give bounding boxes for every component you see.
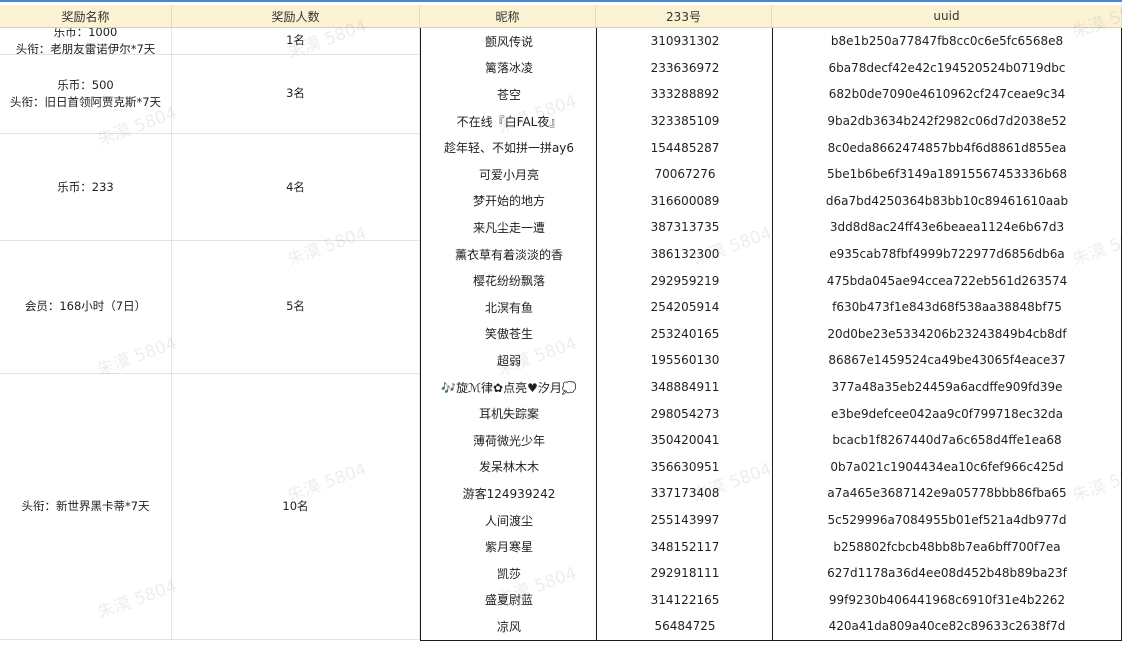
- uuid-cell[interactable]: d6a7bd4250364b83bb10c89461610aab: [772, 187, 1122, 216]
- id233-cell[interactable]: 348152117: [596, 533, 773, 561]
- id233-cell[interactable]: 314122165: [596, 586, 773, 615]
- uuid-cell[interactable]: bcacb1f8267440d7a6c658d4ffe1ea68: [772, 427, 1122, 455]
- reward-count-cell[interactable]: 1名: [172, 28, 420, 55]
- id233-cell[interactable]: 333288892: [596, 81, 773, 109]
- nickname-cell[interactable]: 超弱: [420, 347, 597, 375]
- nickname-cell[interactable]: 来凡尘走一遭: [420, 214, 597, 242]
- uuid-cell[interactable]: b258802fcbcb48bb8b7ea6bff700f7ea: [772, 533, 1122, 561]
- uuid-cell[interactable]: 86867e1459524ca49be43065f4eace37: [772, 347, 1122, 375]
- reward-line: 乐币：500: [57, 77, 114, 92]
- uuid-cell[interactable]: 3dd8d8ac24ff43e6beaea1124e6b67d3: [772, 214, 1122, 242]
- id233-cell[interactable]: 298054273: [596, 400, 773, 428]
- nickname-cell[interactable]: 篱落冰凌: [420, 54, 597, 83]
- uuid-cell[interactable]: e935cab78fbf4999b722977d6856db6a: [772, 240, 1122, 269]
- nickname-cell[interactable]: 盛夏尉蓝: [420, 586, 597, 615]
- reward-name-cell[interactable]: 乐币：233: [0, 134, 172, 241]
- uuid-cell[interactable]: 475bda045ae94ccea722eb561d263574: [772, 267, 1122, 295]
- id233-cell[interactable]: 310931302: [596, 28, 773, 56]
- nickname-cell[interactable]: 耳机失踪案: [420, 400, 597, 428]
- uuid-cell[interactable]: 99f9230b406441968c6910f31e4b2262: [772, 586, 1122, 615]
- nickname-cell[interactable]: 不在线『白FAL夜』: [420, 107, 597, 136]
- uuid-cell[interactable]: 9ba2db3634b242f2982c06d7d2038e52: [772, 107, 1122, 136]
- nickname-cell[interactable]: 苍空: [420, 81, 597, 109]
- id233-cell[interactable]: 233636972: [596, 54, 773, 83]
- id233-cell[interactable]: 386132300: [596, 240, 773, 269]
- nickname-cell[interactable]: 🎶旋ℳ律✿点亮♥汐月💭: [420, 373, 597, 402]
- reward-name-cell[interactable]: 头衔：新世界黑卡蒂*7天: [0, 373, 172, 640]
- reward-line: 头衔：旧日首领阿贾克斯*7天: [9, 94, 162, 109]
- id233-cell[interactable]: 323385109: [596, 107, 773, 136]
- selection-top-line: [0, 0, 1122, 2]
- id233-cell[interactable]: 56484725: [596, 613, 773, 641]
- id233-cell[interactable]: 356630951: [596, 453, 773, 482]
- uuid-cell[interactable]: a7a465e3687142e9a05778bbb86fba65: [772, 480, 1122, 508]
- id233-cell[interactable]: 254205914: [596, 294, 773, 322]
- id233-cell[interactable]: 253240165: [596, 320, 773, 349]
- nickname-cell[interactable]: 凯莎: [420, 560, 597, 588]
- reward-line: 乐币：1000: [53, 28, 118, 39]
- nickname-cell[interactable]: 笑傲苍生: [420, 320, 597, 349]
- nickname-cell[interactable]: 紫月寒星: [420, 533, 597, 561]
- header-reward-name[interactable]: 奖励名称: [0, 5, 172, 28]
- nickname-cell[interactable]: 凉风: [420, 613, 597, 641]
- reward-line: 会员：168小时（7日）: [24, 299, 147, 314]
- id233-cell[interactable]: 255143997: [596, 506, 773, 535]
- nickname-cell[interactable]: 薰衣草有着淡淡的香: [420, 240, 597, 269]
- uuid-cell[interactable]: f630b473f1e843d68f538aa38848bf75: [772, 294, 1122, 322]
- uuid-cell[interactable]: 682b0de7090e4610962cf247ceae9c34: [772, 81, 1122, 109]
- header-233-id[interactable]: 233号: [596, 5, 772, 28]
- id233-cell[interactable]: 337173408: [596, 480, 773, 508]
- header-reward-count[interactable]: 奖励人数: [172, 5, 420, 28]
- nickname-cell[interactable]: 薄荷微光少年: [420, 427, 597, 455]
- nickname-cell[interactable]: 人间渡尘: [420, 506, 597, 535]
- reward-line: 乐币：233: [57, 179, 114, 194]
- id233-cell[interactable]: 154485287: [596, 134, 773, 162]
- reward-count-cell[interactable]: 10名: [172, 373, 420, 640]
- uuid-cell[interactable]: b8e1b250a77847fb8cc0c6e5fc6568e8: [772, 28, 1122, 56]
- uuid-cell[interactable]: 5c529996a7084955b01ef521a4db977d: [772, 506, 1122, 535]
- uuid-cell[interactable]: 627d1178a36d4ee08d452b48b89ba23f: [772, 560, 1122, 588]
- id233-cell[interactable]: 387313735: [596, 214, 773, 242]
- id233-cell[interactable]: 70067276: [596, 161, 773, 189]
- nickname-cell[interactable]: 樱花纷纷飘落: [420, 267, 597, 295]
- header-nickname[interactable]: 昵称: [420, 5, 596, 28]
- header-uuid[interactable]: uuid: [772, 5, 1122, 28]
- reward-name-cell[interactable]: 乐币：500 头衔：旧日首领阿贾克斯*7天: [0, 54, 172, 135]
- uuid-cell[interactable]: 0b7a021c1904434ea10c6fef966c425d: [772, 453, 1122, 482]
- nickname-cell[interactable]: 游客124939242: [420, 480, 597, 508]
- id233-cell[interactable]: 292918111: [596, 560, 773, 588]
- reward-name-cell[interactable]: 会员：168小时（7日）: [0, 240, 172, 374]
- uuid-cell[interactable]: 20d0be23e5334206b23243849b4cb8df: [772, 320, 1122, 349]
- uuid-cell[interactable]: 6ba78decf42e42c194520524b0719dbc: [772, 54, 1122, 83]
- uuid-cell[interactable]: e3be9defcee042aa9c0f799718ec32da: [772, 400, 1122, 428]
- uuid-cell[interactable]: 377a48a35eb24459a6acdffe909fd39e: [772, 373, 1122, 402]
- nickname-cell[interactable]: 北溟有鱼: [420, 294, 597, 322]
- reward-count-cell[interactable]: 5名: [172, 240, 420, 374]
- nickname-cell[interactable]: 发呆林木木: [420, 453, 597, 482]
- uuid-cell[interactable]: 5be1b6be6f3149a18915567453336b68: [772, 161, 1122, 189]
- reward-line: 头衔：新世界黑卡蒂*7天: [21, 498, 150, 513]
- reward-count-cell[interactable]: 3名: [172, 54, 420, 135]
- id233-cell[interactable]: 350420041: [596, 427, 773, 455]
- id233-cell[interactable]: 292959219: [596, 267, 773, 295]
- nickname-cell[interactable]: 可爱小月亮: [420, 161, 597, 189]
- reward-line: 头衔：老朋友雷诺伊尔*7天: [15, 41, 156, 55]
- reward-count-cell[interactable]: 4名: [172, 134, 420, 241]
- spreadsheet: 奖励名称 奖励人数 昵称 233号 uuid 乐币：1000 头衔：老朋友雷诺伊尔*7天 1…: [0, 0, 1122, 653]
- id233-cell[interactable]: 195560130: [596, 347, 773, 375]
- reward-name-cell[interactable]: 乐币：1000 头衔：老朋友雷诺伊尔*7天: [0, 28, 172, 55]
- uuid-cell[interactable]: 420a41da809a40ce82c89633c2638f7d: [772, 613, 1122, 641]
- nickname-cell[interactable]: 颤风传说: [420, 28, 597, 56]
- id233-cell[interactable]: 316600089: [596, 187, 773, 216]
- id233-cell[interactable]: 348884911: [596, 373, 773, 402]
- nickname-cell[interactable]: 趁年轻、不如拼一拼ay6: [420, 134, 597, 162]
- uuid-cell[interactable]: 8c0eda8662474857bb4f6d8861d855ea: [772, 134, 1122, 162]
- nickname-cell[interactable]: 梦开始的地方: [420, 187, 597, 216]
